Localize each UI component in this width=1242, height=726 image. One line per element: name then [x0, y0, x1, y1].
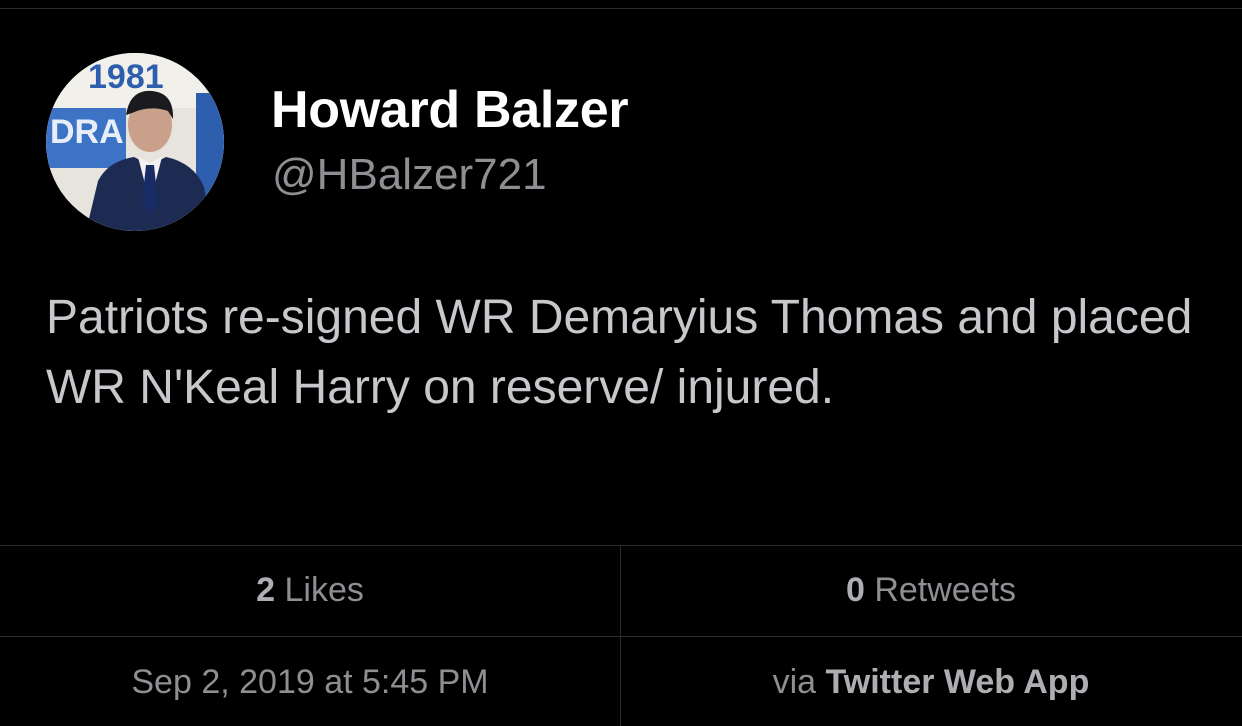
author-display-name[interactable]: Howard Balzer	[271, 80, 629, 140]
source-prefix: via	[772, 663, 817, 701]
stats-top-divider	[0, 545, 1242, 546]
source-name[interactable]: Twitter Web App	[826, 663, 1090, 701]
retweets-count: 0	[845, 571, 865, 609]
top-divider	[0, 8, 1242, 9]
svg-text:DRA: DRA	[50, 113, 124, 151]
avatar[interactable]: 1981 DRA	[46, 53, 224, 231]
likes-stat[interactable]: 2 Likes	[0, 571, 620, 610]
tweet-source: via Twitter Web App	[621, 663, 1241, 702]
likes-label: Likes	[284, 571, 364, 609]
stats-bottom-divider	[0, 636, 1242, 637]
tweet-text: Patriots re-signed WR Demaryius Thomas a…	[46, 291, 1193, 414]
retweets-label: Retweets	[874, 571, 1017, 609]
author-handle[interactable]: @HBalzer721	[272, 150, 547, 200]
tweet-timestamp: Sep 2, 2019 at 5:45 PM	[131, 663, 489, 701]
avatar-photo: 1981 DRA	[46, 53, 224, 231]
retweets-stat[interactable]: 0 Retweets	[621, 571, 1241, 610]
svg-text:1981: 1981	[88, 58, 164, 96]
likes-count: 2	[256, 571, 276, 609]
